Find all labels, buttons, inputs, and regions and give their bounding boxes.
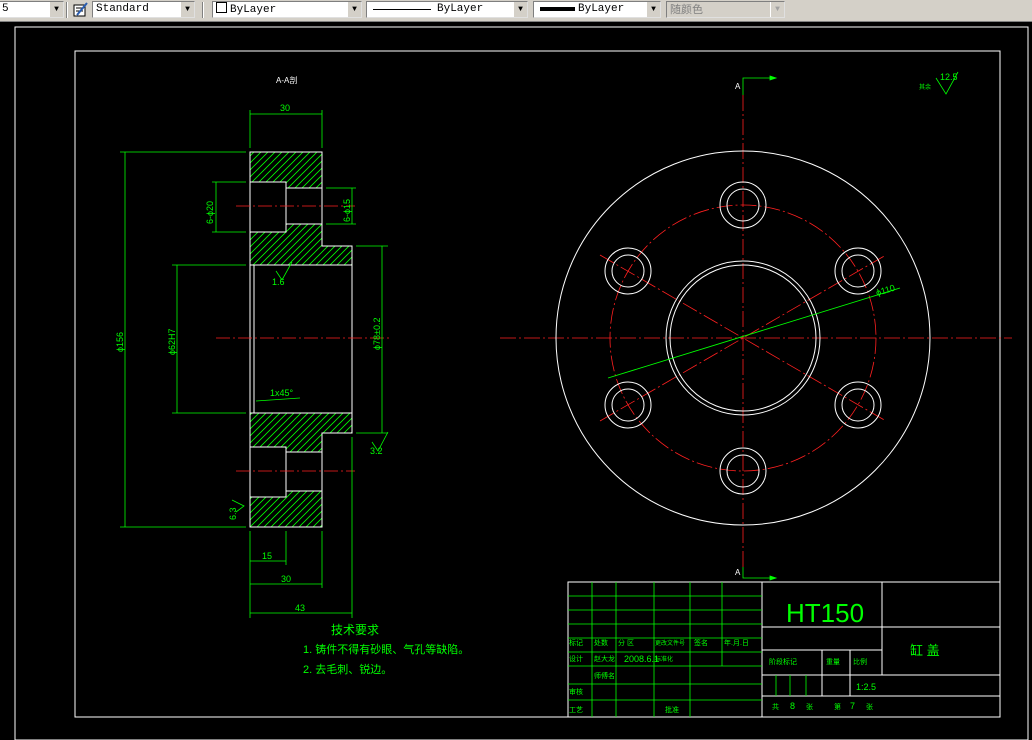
dim-phi110: ϕ110: [875, 283, 896, 298]
plotstyle-value: 随颜色: [670, 3, 703, 16]
dim-chamfer: 1x45°: [270, 388, 294, 398]
part-name: 缸 盖: [910, 643, 940, 658]
tb-biaozhunhua: 标准化: [655, 655, 673, 663]
front-view: ϕ110 A A 其余 12.5: [500, 71, 1012, 581]
tech-req-line1: 1. 铸件不得有砂眼、气孔等缺陷。: [303, 642, 469, 656]
chevron-down-icon[interactable]: ▼: [180, 2, 194, 17]
title-block: HT150 缸 盖 1:2.5 标记 处数 分 区 更改文件号 签名 年.月.日…: [567, 581, 1001, 718]
tech-req-line2: 2. 去毛刺、锐边。: [303, 662, 392, 676]
material-label: HT150: [786, 598, 864, 628]
drawing-canvas[interactable]: A-A剖 30 6-ϕ20 6-ϕ15 ϕ156 ϕ62H7 ϕ78±0.2 1…: [0, 21, 1032, 740]
section-title: A-A剖: [276, 75, 297, 85]
hatch-top-a: [249, 151, 323, 189]
chevron-down-icon[interactable]: ▼: [347, 2, 361, 17]
hatch-top-b: [249, 223, 353, 266]
tb-jieduan: 阶段标记: [769, 657, 797, 666]
color-swatch: [216, 2, 227, 13]
scale-value: 1:2.5: [856, 682, 876, 692]
tb-zhongliang: 重量: [826, 658, 840, 666]
hatch-bottom-a: [249, 412, 353, 453]
dim-phi110-line: [607, 287, 901, 379]
dim-30-bottom: 30: [281, 574, 291, 584]
tb-shenhe: 审核: [569, 687, 583, 696]
tb-gongyi: 工艺: [569, 706, 583, 714]
tb-bili: 比例: [853, 657, 867, 666]
layer-dropdown[interactable]: 5 ▼: [0, 1, 64, 18]
chevron-down-icon[interactable]: ▼: [49, 2, 63, 17]
dim-phi78: ϕ78±0.2: [372, 317, 382, 350]
dim-phi156: ϕ156: [115, 332, 125, 352]
properties-toolbar: 5 ▼ Standard ▼ ByLayer ▼ ByLayer ▼ ByLay…: [0, 0, 1032, 22]
text-style-value: Standard: [96, 3, 149, 15]
tb-di: 第: [834, 702, 841, 711]
tb-checker: 师傅名: [594, 671, 615, 680]
layer-value: 5: [2, 3, 9, 15]
dim-phi15: 6-ϕ15: [342, 199, 352, 222]
text-style-icon[interactable]: [73, 2, 88, 17]
color-dropdown[interactable]: ByLayer ▼: [212, 1, 362, 18]
section-mark-bottom: A: [735, 568, 741, 577]
dim-15: 15: [262, 551, 272, 561]
tb-chushu: 处数: [594, 638, 608, 647]
tech-req-title: 技术要求: [331, 623, 379, 637]
rough-1-6: 1.6: [272, 277, 285, 287]
tb-biaoji: 标记: [569, 638, 583, 647]
dim-30-top: 30: [280, 103, 290, 113]
tb-date: 年.月.日: [724, 638, 749, 647]
tb-sheet: 7: [850, 701, 855, 711]
tb-sheji: 设计: [569, 654, 583, 663]
lineweight-dropdown[interactable]: ByLayer ▼: [533, 1, 661, 18]
tb-sheets: 8: [790, 701, 795, 711]
toolbar-separator: [202, 2, 204, 18]
rough-corner-prefix: 其余: [919, 83, 931, 91]
color-value: ByLayer: [230, 4, 277, 16]
dim-phi62: ϕ62H7: [167, 328, 177, 355]
tb-designer: 赵大龙: [594, 654, 615, 663]
lineweight-preview: [540, 7, 575, 11]
linetype-preview: [373, 9, 431, 10]
sheet-outer-border: [14, 26, 1029, 740]
plotstyle-dropdown[interactable]: 随颜色 ▼: [666, 1, 785, 18]
tb-design-date: 2008.6.1: [624, 654, 659, 664]
tb-fenqu: 分 区: [618, 638, 634, 647]
rough-corner-value: 12.5: [940, 72, 958, 82]
tb-zhang1: 张: [806, 702, 813, 711]
linetype-value: ByLayer: [437, 3, 484, 15]
tb-gengai: 更改文件号: [655, 639, 685, 647]
section-mark-top: A: [735, 82, 741, 91]
tb-zhang2: 张: [866, 702, 873, 711]
chevron-down-icon[interactable]: ▼: [770, 2, 784, 17]
technical-requirements: 技术要求 1. 铸件不得有砂眼、气孔等缺陷。 2. 去毛刺、锐边。: [303, 623, 469, 676]
tb-gong: 共: [772, 702, 779, 711]
chevron-down-icon[interactable]: ▼: [513, 2, 527, 17]
section-view: A-A剖 30 6-ϕ20 6-ϕ15 ϕ156 ϕ62H7 ϕ78±0.2 1…: [115, 75, 390, 618]
dim-phi20: 6-ϕ20: [205, 201, 215, 224]
chevron-down-icon[interactable]: ▼: [646, 2, 660, 17]
hatch-bottom-b: [249, 490, 323, 528]
linetype-dropdown[interactable]: ByLayer ▼: [366, 1, 528, 18]
tb-qianming: 签名: [694, 638, 708, 647]
lineweight-value: ByLayer: [578, 3, 625, 15]
text-style-dropdown[interactable]: Standard ▼: [92, 1, 195, 18]
dim-43: 43: [295, 603, 305, 613]
tb-pizhun: 批准: [665, 705, 679, 714]
toolbar-separator: [66, 2, 68, 18]
rough-6-3: 6.3: [228, 507, 238, 520]
rough-3-2: 3.2: [370, 446, 383, 456]
